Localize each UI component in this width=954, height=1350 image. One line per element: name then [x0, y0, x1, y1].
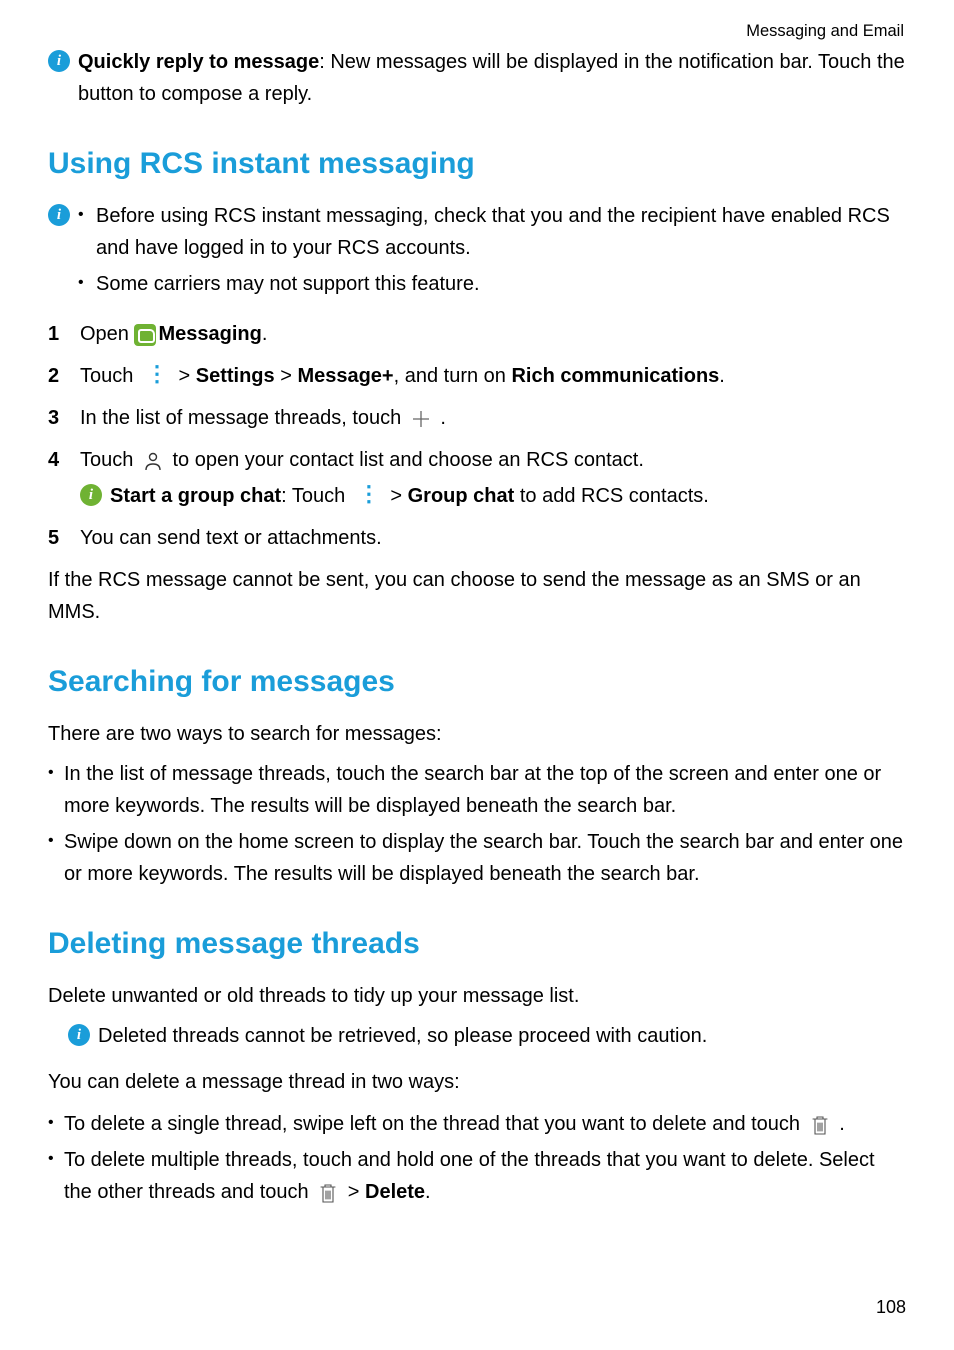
messaging-app-icon [134, 324, 156, 346]
group-chat-menu-label: Group chat [408, 485, 515, 507]
rcs-steps: 1 Open Messaging. 2 Touch ⋮ > Settings >… [48, 318, 906, 554]
tip-icon: i [80, 484, 102, 506]
list-item: Before using RCS instant messaging, chec… [78, 200, 906, 264]
delete-methods-list: To delete a single thread, swipe left on… [48, 1108, 906, 1208]
delete-heading: Deleting message threads [48, 920, 906, 968]
step-text: to open your contact list and choose an … [173, 449, 644, 471]
step-text: Touch [80, 365, 139, 387]
step-text: > [173, 365, 196, 387]
contact-icon [142, 450, 164, 472]
rcs-fallback-text: If the RCS message cannot be sent, you c… [48, 564, 906, 628]
note-text: to add RCS contacts. [514, 485, 709, 507]
page-number: 108 [876, 1293, 906, 1322]
bullet-text: > [348, 1181, 365, 1203]
more-icon: ⋮ [139, 370, 173, 379]
period: . [425, 1181, 431, 1203]
trash-icon [809, 1113, 831, 1137]
info-icon: i [48, 50, 70, 72]
search-intro: There are two ways to search for message… [48, 718, 906, 750]
step-text: > [275, 365, 298, 387]
delete-label: Delete [365, 1181, 425, 1203]
richcomm-label: Rich communications [511, 365, 719, 387]
list-item: Some carriers may not support this featu… [78, 268, 906, 300]
info-icon: i [48, 204, 70, 226]
messaging-label: Messaging [158, 323, 261, 345]
period: . [839, 1113, 845, 1135]
step-2: 2 Touch ⋮ > Settings > Message+, and tur… [48, 360, 906, 392]
note-text: Quickly reply to message: New messages w… [78, 46, 906, 110]
delete-warning-text: Deleted threads cannot be retrieved, so … [98, 1020, 906, 1052]
period: . [719, 365, 725, 387]
search-heading: Searching for messages [48, 658, 906, 706]
settings-label: Settings [196, 365, 275, 387]
bullet-text: To delete a single thread, swipe left on… [64, 1113, 806, 1135]
step-number: 2 [48, 360, 59, 392]
step-text: In the list of message threads, touch [80, 407, 407, 429]
list-item: To delete multiple threads, touch and ho… [48, 1144, 906, 1208]
rcs-prereq-note: i Before using RCS instant messaging, ch… [48, 200, 906, 304]
trash-icon [317, 1181, 339, 1205]
search-methods-list: In the list of message threads, touch th… [48, 758, 906, 890]
step-number: 3 [48, 402, 59, 434]
list-item: To delete a single thread, swipe left on… [48, 1108, 906, 1140]
messageplus-label: Message+ [297, 365, 393, 387]
period: . [262, 323, 268, 345]
step-text: You can send text or attachments. [80, 527, 382, 549]
step-text: , and turn on [394, 365, 512, 387]
step-number: 4 [48, 444, 59, 476]
page-header-section: Messaging and Email [48, 18, 906, 44]
group-chat-label: Start a group chat [110, 485, 281, 507]
quick-reply-note: i Quickly reply to message: New messages… [48, 46, 906, 110]
rcs-prereq-list: Before using RCS instant messaging, chec… [78, 200, 906, 300]
rcs-heading: Using RCS instant messaging [48, 140, 906, 188]
step-1: 1 Open Messaging. [48, 318, 906, 350]
step-text: Open [80, 323, 134, 345]
delete-warning-note: i Deleted threads cannot be retrieved, s… [68, 1020, 906, 1052]
quick-reply-label: Quickly reply to message [78, 51, 319, 73]
list-item: Swipe down on the home screen to display… [48, 826, 906, 890]
list-item: In the list of message threads, touch th… [48, 758, 906, 822]
period: . [440, 407, 446, 429]
plus-icon [410, 408, 432, 430]
step-3: 3 In the list of message threads, touch … [48, 402, 906, 434]
group-chat-note: i Start a group chat: Touch ⋮ > Group ch… [80, 480, 906, 512]
delete-intro: Delete unwanted or old threads to tidy u… [48, 980, 906, 1012]
info-icon: i [68, 1024, 90, 1046]
step-5: 5 You can send text or attachments. [48, 522, 906, 554]
bullet-text: To delete multiple threads, touch and ho… [64, 1149, 875, 1203]
step-4: 4 Touch to open your contact list and ch… [48, 444, 906, 512]
note-text: > [385, 485, 408, 507]
step-text: Touch [80, 449, 139, 471]
step-number: 5 [48, 522, 59, 554]
note-text: : Touch [281, 485, 351, 507]
step-number: 1 [48, 318, 59, 350]
delete-intro2: You can delete a message thread in two w… [48, 1066, 906, 1098]
more-icon: ⋮ [351, 490, 385, 499]
